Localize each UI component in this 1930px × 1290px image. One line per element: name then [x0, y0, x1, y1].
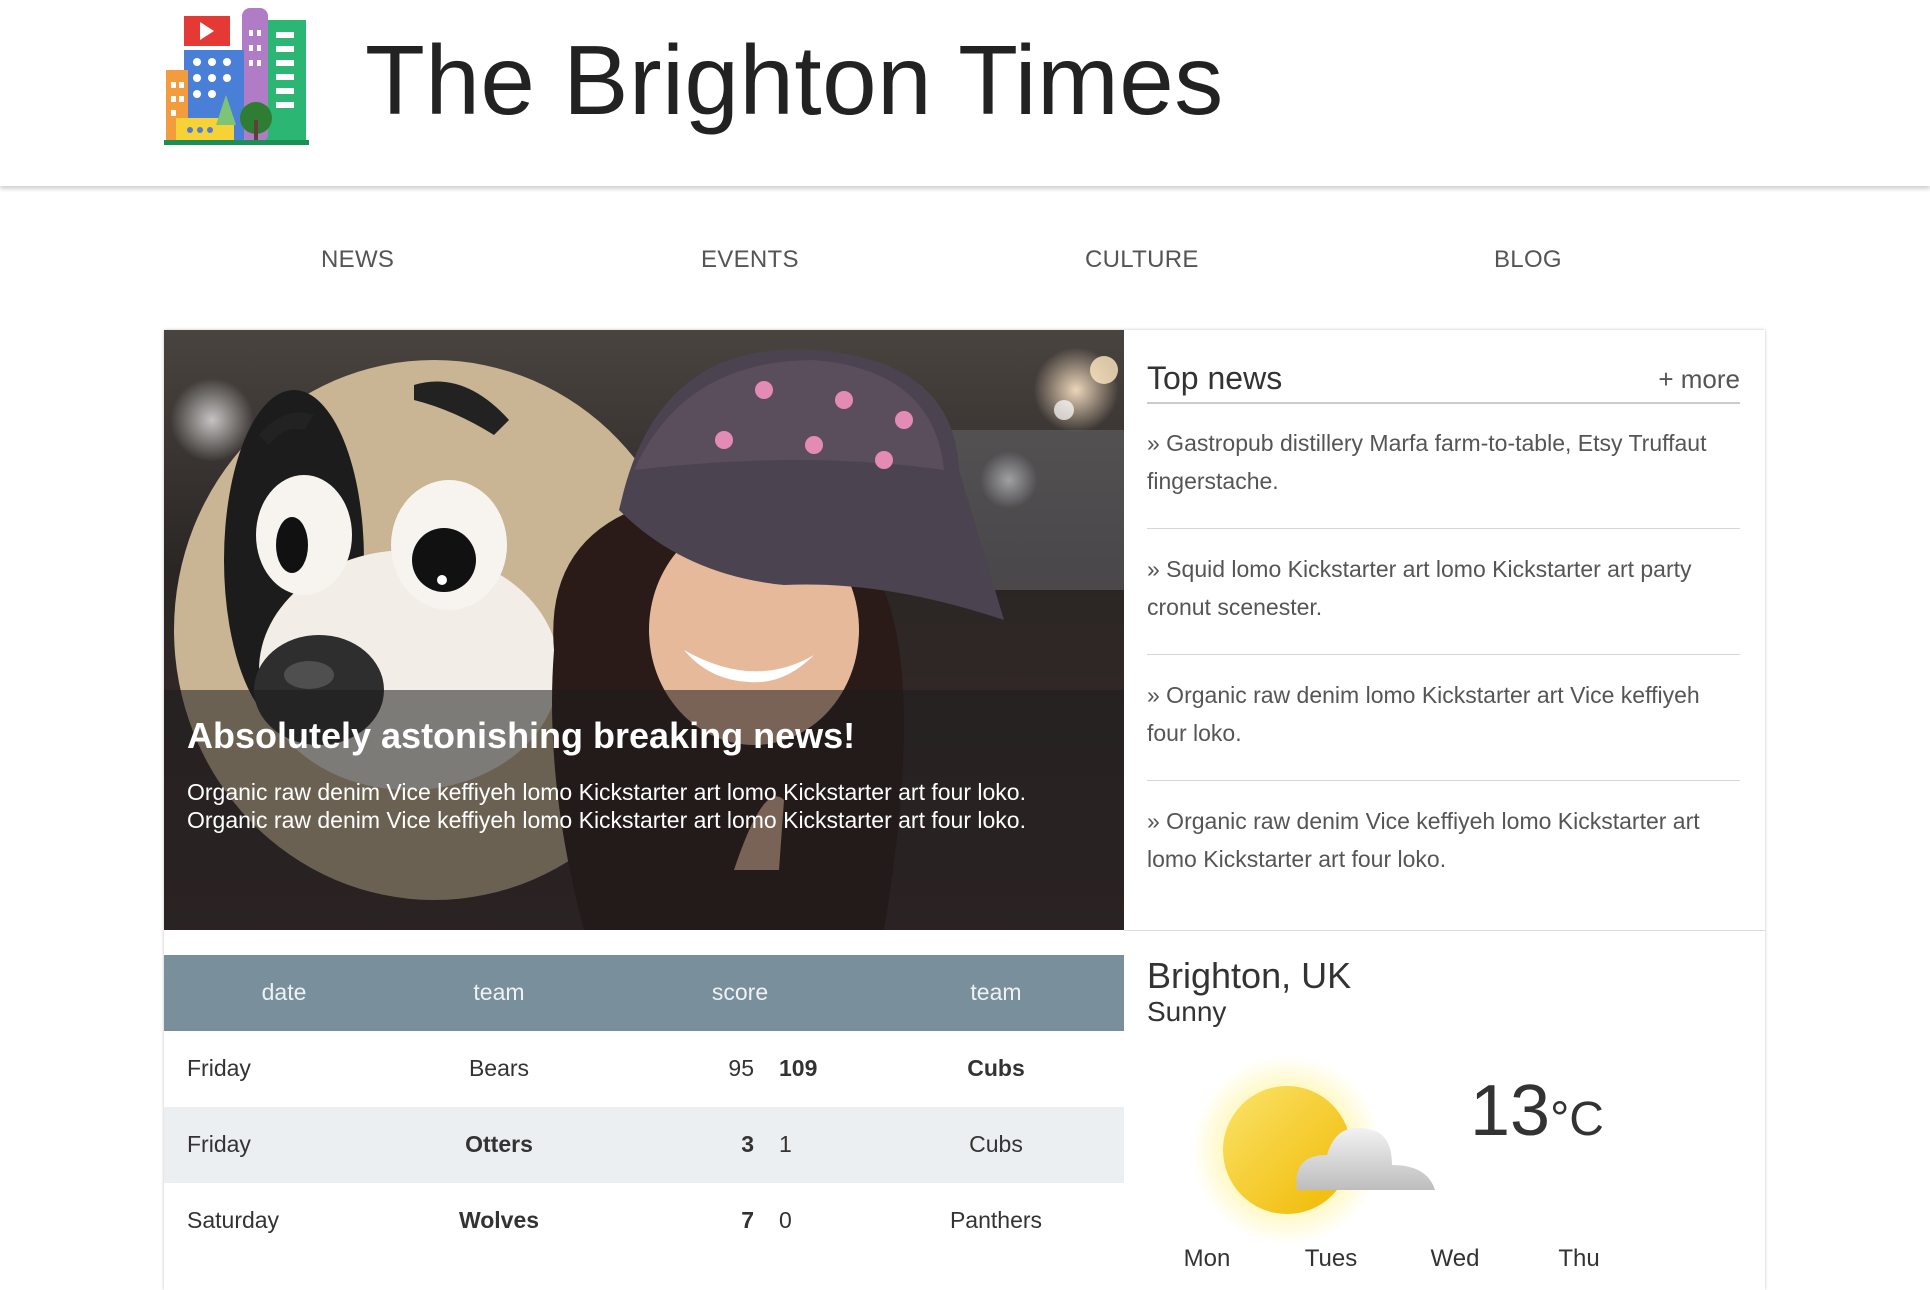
cell-score-away: 0 — [779, 1207, 792, 1233]
site-title: The Brighton Times — [365, 25, 1224, 135]
news-divider — [1147, 780, 1740, 781]
nav-news[interactable]: NEWS — [321, 246, 394, 274]
cell-team-away: Cubs — [969, 1131, 1023, 1157]
cell-score-home: 3 — [741, 1131, 754, 1157]
column-header-team: team — [473, 979, 525, 1005]
weather-city: Brighton, UK — [1147, 955, 1352, 996]
site-header: The Brighton Times — [0, 0, 1930, 186]
main-nav: NEWS EVENTS CULTURE BLOG — [164, 186, 1764, 326]
cell-team-away: Cubs — [967, 1055, 1025, 1081]
nav-blog[interactable]: BLOG — [1494, 246, 1562, 274]
nav-events[interactable]: EVENTS — [701, 246, 799, 274]
news-divider — [1147, 654, 1740, 655]
hero-headline[interactable]: Absolutely astonishing breaking news! — [187, 715, 855, 757]
forecast-day[interactable]: Mon — [1157, 1245, 1257, 1273]
cell-team-home: Otters — [465, 1131, 533, 1157]
temperature-value: 13 — [1470, 1071, 1551, 1151]
forecast-day[interactable]: Tues — [1281, 1245, 1381, 1273]
cell-team-away: Panthers — [949, 1207, 1043, 1233]
cell-team-home: Wolves — [458, 1207, 540, 1233]
weather-condition: Sunny — [1147, 996, 1227, 1027]
news-item[interactable]: » Organic raw denim lomo Kickstarter art… — [1147, 676, 1740, 752]
scores-table-header: date team score team — [164, 955, 1124, 1031]
cell-score-home: 7 — [741, 1207, 754, 1233]
top-news-header: Top news + more — [1147, 352, 1740, 404]
column-header-date: date — [261, 979, 307, 1005]
top-news-title: Top news — [1147, 360, 1283, 396]
cell-score-away: 1 — [779, 1131, 792, 1157]
hero-caption: Absolutely astonishing breaking news! Or… — [164, 690, 1124, 930]
table-row: Saturday Wolves 7 0 Panthers — [164, 1183, 1124, 1259]
temperature: 13°C — [1470, 1070, 1604, 1152]
cell-date: Friday — [187, 1131, 251, 1157]
scores-table: date team score team Friday Bears 95 109 Cub… — [164, 955, 1124, 1290]
column-header-team: team — [970, 979, 1022, 1005]
hero-story[interactable]: Absolutely astonishing breaking news! Or… — [164, 330, 1124, 930]
news-item[interactable]: » Organic raw denim Vice keffiyeh lomo K… — [1147, 802, 1740, 878]
news-divider — [1147, 528, 1740, 529]
weather-widget: Brighton, UK Sunny 13°C Mon Tues Wed Thu — [1147, 955, 1740, 1290]
table-row: Friday Bears 95 109 Cubs — [164, 1031, 1124, 1107]
nav-culture[interactable]: CULTURE — [1085, 246, 1199, 274]
more-news-link[interactable]: + more — [1658, 364, 1740, 395]
column-header-score: score — [711, 979, 769, 1005]
main-content: Absolutely astonishing breaking news! Or… — [164, 330, 1765, 1290]
city-logo-icon[interactable] — [164, 0, 309, 145]
section-divider — [1124, 930, 1765, 931]
news-item[interactable]: » Gastropub distillery Marfa farm-to-tab… — [1147, 424, 1740, 500]
forecast-day[interactable]: Thu — [1529, 1245, 1629, 1273]
cell-score-away: 109 — [779, 1055, 818, 1081]
temperature-unit: °C — [1550, 1093, 1604, 1146]
cell-date: Friday — [187, 1055, 251, 1081]
cell-date: Saturday — [187, 1207, 280, 1233]
hero-summary: Organic raw denim Vice keffiyeh lomo Kic… — [187, 779, 1026, 833]
forecast-day[interactable]: Wed — [1405, 1245, 1505, 1273]
news-item[interactable]: » Squid lomo Kickstarter art lomo Kickst… — [1147, 550, 1740, 626]
top-news-panel: Top news + more » Gastropub distillery M… — [1147, 330, 1740, 930]
table-row: Friday Otters 3 1 Cubs — [164, 1107, 1124, 1183]
sun-behind-cloud-icon — [1187, 1050, 1447, 1250]
cell-score-home: 95 — [728, 1055, 754, 1081]
cell-team-home: Bears — [468, 1055, 530, 1081]
